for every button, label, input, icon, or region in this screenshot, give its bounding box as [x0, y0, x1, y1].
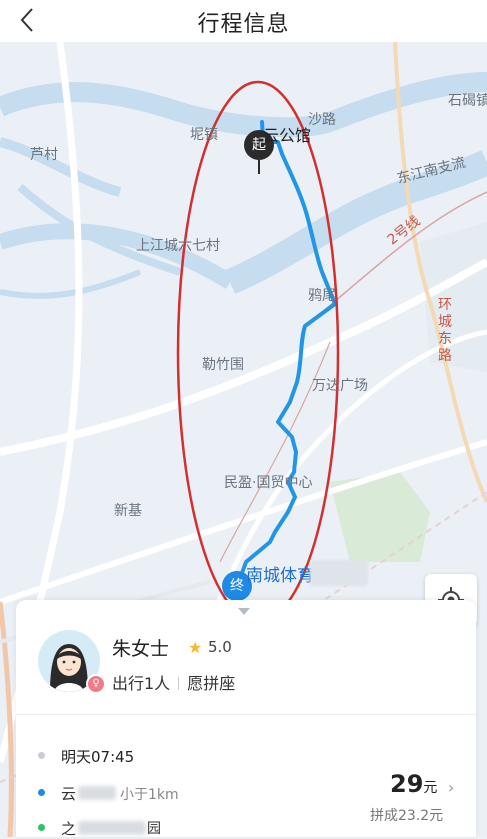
map-label-zhen: 坭镇	[190, 127, 218, 143]
start-address-redacted	[78, 786, 116, 800]
map-label-ring-road: 环城东路	[438, 297, 452, 364]
people-count: 出行1人	[112, 674, 171, 693]
map-label-shalu: 沙路	[308, 112, 336, 128]
fare-unit: 元	[423, 780, 438, 796]
map-label-minying: 民盈·国贸中心	[224, 475, 313, 491]
carpool-preference: 愿拼座	[187, 674, 236, 693]
map-label-shijie: 石碣镇	[448, 93, 487, 109]
carpool-price: 拼成23.2元	[370, 808, 444, 824]
fare-price[interactable]: 29元	[390, 770, 437, 798]
female-badge-icon: ♀	[86, 674, 106, 694]
collapse-handle-icon[interactable]	[238, 608, 250, 615]
passenger-name: 朱女士	[112, 638, 170, 660]
map-label-end-place: 南城体育	[246, 566, 314, 586]
departure-time: 明天07:45	[61, 748, 135, 766]
map-label-shangjiang: 上江城六七村	[136, 238, 220, 254]
passenger-card[interactable]: ♀ 朱女士 ★ 5.0 出行1人 愿拼座 明天07:45 云 小于1km 之 园 …	[16, 600, 476, 838]
map-label-start-place: 云公馆	[263, 126, 312, 145]
passenger-rating: 5.0	[208, 638, 232, 656]
start-marker-pin	[258, 160, 260, 174]
map-label-lucun: 芦村	[30, 147, 58, 163]
map-label-wanda: 万达广场	[312, 378, 368, 394]
top-bar: 行程信息	[0, 0, 487, 42]
end-address-redacted	[78, 821, 146, 835]
start-distance: 小于1km	[120, 787, 179, 803]
time-dot-icon	[38, 752, 45, 759]
separator	[178, 677, 180, 690]
start-address-char: 云	[61, 785, 77, 803]
map-label-leizhuwei: 勒竹围	[202, 357, 244, 373]
map-label-xinji: 新基	[114, 503, 142, 519]
fare-amount: 29	[390, 770, 424, 798]
map-label-yawei: 鸦尾	[308, 288, 336, 304]
card-divider	[16, 714, 476, 715]
chevron-right-icon[interactable]: ›	[448, 778, 454, 797]
end-dot-icon	[38, 824, 45, 831]
page-title: 行程信息	[197, 12, 290, 37]
end-address-tail: 园	[147, 821, 161, 837]
trip-meta: 出行1人 愿拼座	[112, 670, 235, 694]
star-icon: ★	[188, 638, 203, 657]
start-dot-icon	[38, 789, 45, 796]
map-blur-patch	[310, 560, 368, 586]
end-address-char: 之	[61, 820, 77, 838]
